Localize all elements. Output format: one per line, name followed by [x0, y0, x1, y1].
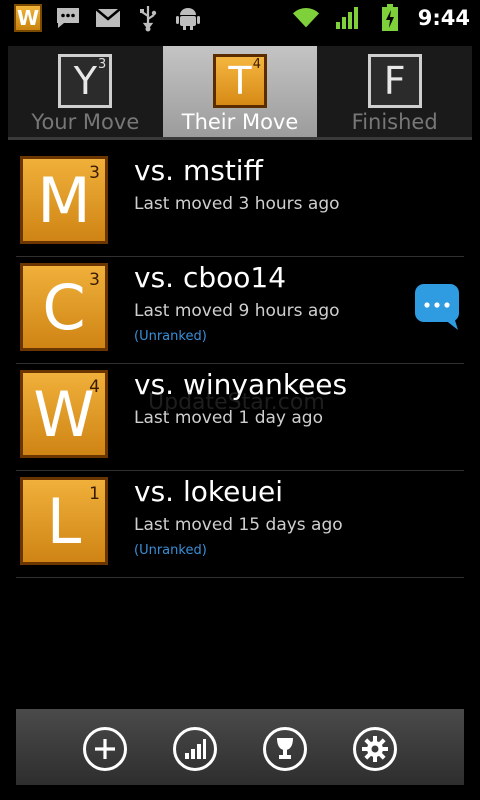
last-moved: Last moved 3 hours ago [134, 194, 340, 214]
message-icon [54, 4, 82, 32]
usb-icon [134, 4, 162, 32]
bottom-action-bar [16, 709, 464, 785]
wifi-icon [292, 4, 320, 32]
tile-letter: M [37, 163, 91, 237]
new-game-icon[interactable] [83, 727, 127, 771]
opponent-tile: M 3 [20, 156, 108, 244]
android-debug-icon [174, 4, 202, 32]
tile-count: 3 [89, 163, 100, 183]
tab-tile-letter: F [383, 59, 406, 103]
opponent-tile: L 1 [20, 477, 108, 565]
settings-icon[interactable] [353, 727, 397, 771]
stats-icon[interactable] [173, 727, 217, 771]
tile-count: 1 [89, 484, 100, 504]
tile-count: 4 [89, 377, 100, 397]
tile-letter: C [42, 270, 86, 344]
unranked-tag: (Unranked) [134, 543, 207, 558]
signal-icon [334, 4, 362, 32]
battery-charging-icon [376, 4, 404, 32]
tab-tile: T 4 [213, 54, 267, 108]
tab-label: Your Move [31, 110, 140, 134]
last-moved: Last moved 9 hours ago [134, 301, 340, 321]
opponent-tile: C 3 [20, 263, 108, 351]
chat-bubble-icon[interactable] [414, 283, 460, 331]
game-list-item[interactable]: M 3 vs. mstiff Last moved 3 hours ago [16, 150, 464, 257]
tab-bar: Y 3 Your Move T 4 Their Move F Finished [8, 46, 472, 140]
clock: 9:44 [417, 6, 470, 30]
app-notification-icon: W [14, 4, 42, 32]
tab-label: Finished [351, 110, 438, 134]
last-moved: Last moved 1 day ago [134, 408, 323, 428]
tab-count: 3 [98, 57, 107, 72]
gmail-icon [94, 4, 122, 32]
tab-tile-letter: Y [73, 59, 97, 103]
opponent-name: vs. winyankees [134, 368, 348, 401]
tab-label: Their Move [181, 110, 299, 134]
tab-tile: F [367, 54, 422, 108]
opponent-tile: W 4 [20, 370, 108, 458]
game-list-item[interactable]: C 3 vs. cboo14 Last moved 9 hours ago (U… [16, 257, 464, 364]
status-bar: W 9:44 [0, 0, 480, 38]
last-moved: Last moved 15 days ago [134, 515, 343, 535]
trophy-icon[interactable] [263, 727, 307, 771]
opponent-name: vs. mstiff [134, 154, 263, 187]
tab-their-move[interactable]: T 4 Their Move [162, 46, 318, 137]
tile-letter: W [33, 377, 95, 451]
opponent-name: vs. cboo14 [134, 261, 287, 294]
tile-letter: L [46, 484, 82, 558]
opponent-name: vs. lokeuei [134, 475, 284, 508]
game-list-item[interactable]: L 1 vs. lokeuei Last moved 15 days ago (… [16, 471, 464, 578]
tab-tile-letter: T [228, 59, 252, 103]
unranked-tag: (Unranked) [134, 329, 207, 344]
game-list-item[interactable]: W 4 vs. winyankees Last moved 1 day ago [16, 364, 464, 471]
tab-your-move[interactable]: Y 3 Your Move [8, 46, 163, 137]
tab-tile: Y 3 [58, 54, 113, 108]
tab-finished[interactable]: F Finished [317, 46, 472, 137]
tab-count: 4 [252, 57, 261, 72]
tile-count: 3 [89, 270, 100, 290]
